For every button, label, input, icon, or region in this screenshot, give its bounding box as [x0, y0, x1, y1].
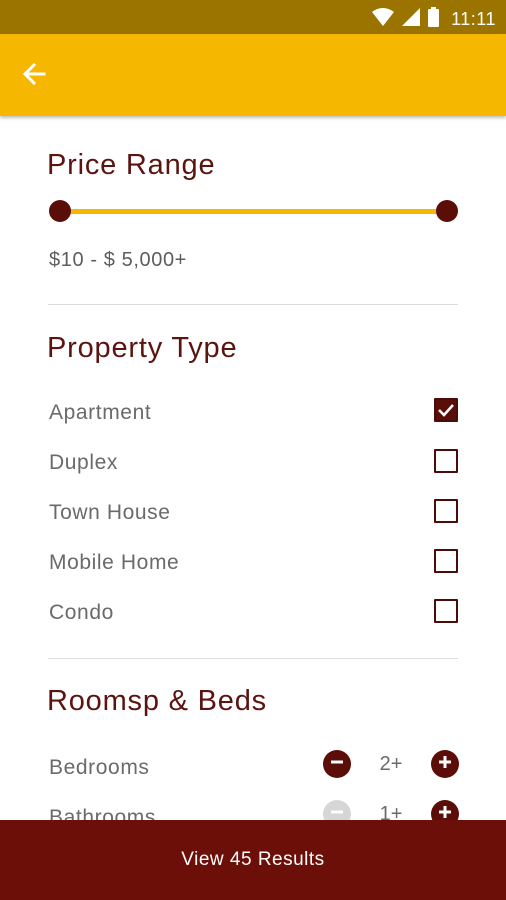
rooms-beds-title: Roomsp & Beds — [47, 685, 267, 717]
plus-icon — [438, 805, 452, 821]
counter-label: Bathrooms — [49, 806, 156, 820]
price-range-value: $10 - $ 5,000+ — [49, 249, 187, 271]
checkbox-condo[interactable] — [434, 599, 458, 623]
property-type-title: Property Type — [47, 332, 238, 364]
status-icons: 11:11 — [372, 7, 496, 32]
slider-track — [60, 209, 447, 214]
filter-content[interactable]: Price Range $10 - $ 5,000+ Property Type… — [0, 116, 506, 820]
bathrooms-increment-button[interactable] — [431, 800, 459, 820]
divider — [48, 304, 458, 305]
cellular-signal-icon — [402, 8, 421, 31]
plus-icon — [438, 755, 452, 774]
slider-max-thumb[interactable] — [436, 200, 458, 222]
bedrooms-value: 2+ — [379, 753, 403, 775]
price-range-title: Price Range — [47, 149, 216, 181]
checkbox-duplex[interactable] — [434, 449, 458, 473]
back-button[interactable] — [18, 60, 50, 92]
option-label: Town House — [49, 501, 171, 524]
view-results-label: View 45 Results — [181, 849, 325, 870]
minus-icon — [330, 755, 344, 774]
option-label: Mobile Home — [49, 551, 180, 574]
checkbox-apartment[interactable] — [434, 398, 458, 422]
divider — [48, 658, 458, 659]
option-label: Condo — [49, 601, 114, 624]
option-label: Duplex — [49, 451, 118, 474]
counter-label: Bedrooms — [49, 756, 150, 779]
view-results-button[interactable]: View 45 Results — [0, 820, 506, 900]
wifi-icon — [372, 8, 395, 31]
status-bar: 11:11 — [0, 0, 506, 34]
checkbox-town-house[interactable] — [434, 499, 458, 523]
minus-icon — [330, 805, 344, 821]
slider-min-thumb[interactable] — [49, 200, 71, 222]
app-bar — [0, 34, 506, 116]
bedrooms-increment-button[interactable] — [431, 750, 459, 778]
status-time: 11:11 — [451, 9, 496, 29]
checkbox-mobile-home[interactable] — [434, 549, 458, 573]
bathrooms-decrement-button[interactable] — [323, 800, 351, 820]
arrow-left-icon — [22, 62, 46, 91]
option-label: Apartment — [49, 401, 152, 424]
bedrooms-decrement-button[interactable] — [323, 750, 351, 778]
bathrooms-value: 1+ — [379, 803, 403, 820]
battery-icon — [428, 7, 440, 32]
